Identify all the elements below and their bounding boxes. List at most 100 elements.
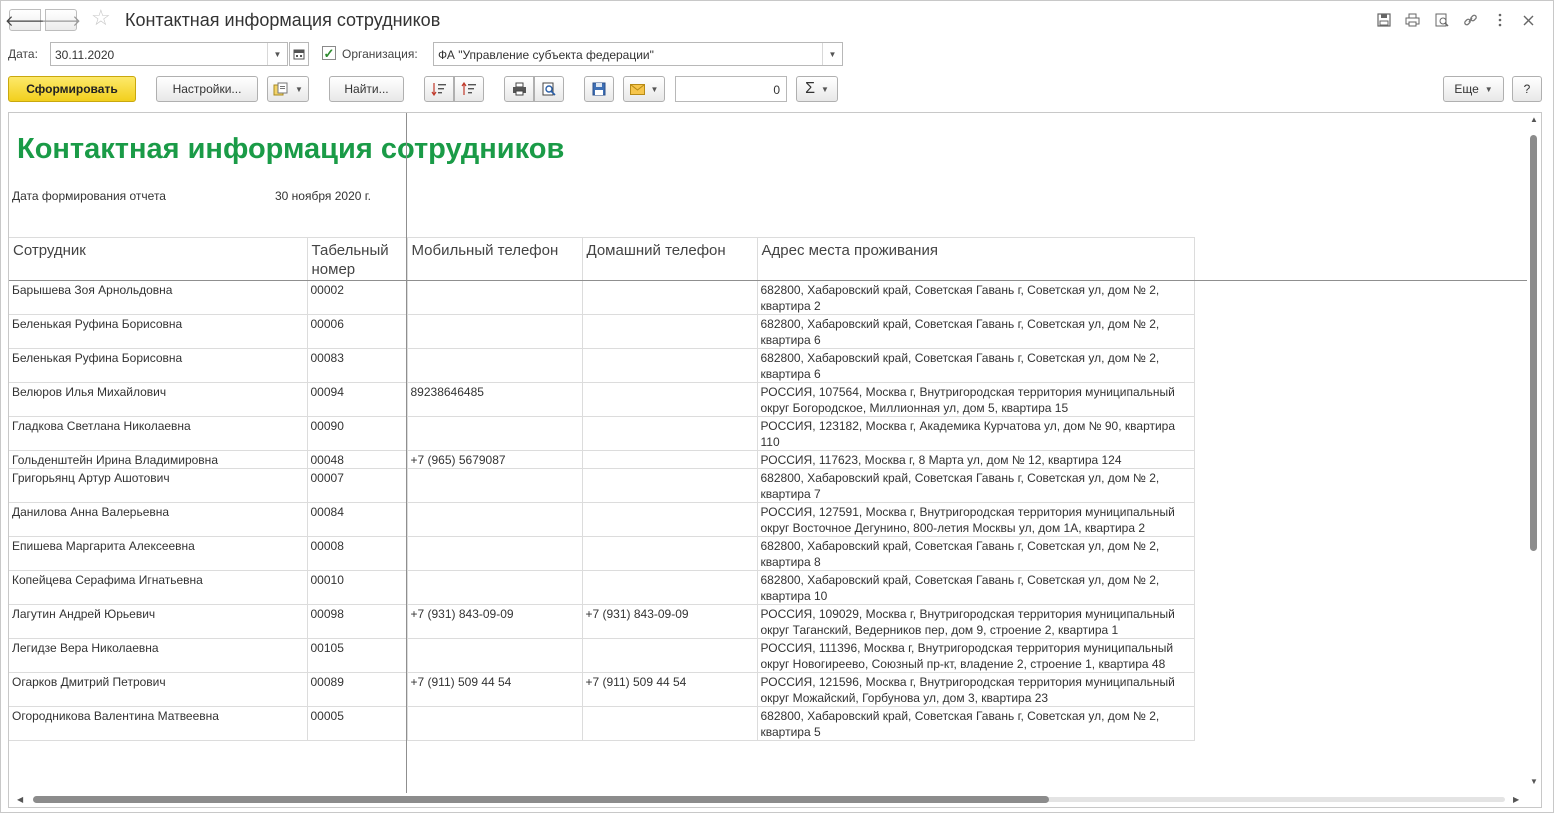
calendar-button[interactable] — [289, 42, 309, 66]
vertical-scroll-thumb[interactable] — [1530, 135, 1537, 551]
column-header[interactable]: Мобильный телефон — [406, 237, 583, 281]
employee-cell[interactable]: Копейцева Серафима Игнатьевна — [9, 570, 308, 605]
mobile-phone-cell[interactable] — [406, 502, 583, 537]
generate-button[interactable]: Сформировать — [8, 76, 136, 102]
mobile-phone-cell[interactable] — [406, 314, 583, 349]
personnel-number-cell[interactable]: 00007 — [306, 468, 408, 503]
home-phone-cell[interactable] — [581, 570, 758, 605]
address-cell[interactable]: РОССИЯ, 111396, Москва г, Внутригородска… — [756, 638, 1195, 673]
home-phone-cell[interactable] — [581, 280, 758, 315]
help-button[interactable]: ? — [1512, 76, 1542, 102]
scroll-right-icon[interactable]: ▶ — [1513, 795, 1519, 804]
address-cell[interactable]: 682800, Хабаровский край, Советская Гава… — [756, 570, 1195, 605]
selection-sum-field[interactable]: 0 — [675, 76, 787, 102]
personnel-number-cell[interactable]: 00098 — [306, 604, 408, 639]
print-button[interactable] — [504, 76, 534, 102]
home-phone-cell[interactable] — [581, 638, 758, 673]
close-icon[interactable] — [1514, 10, 1543, 30]
home-phone-cell[interactable] — [581, 706, 758, 741]
mobile-phone-cell[interactable] — [406, 348, 583, 383]
address-cell[interactable]: 682800, Хабаровский край, Советская Гава… — [756, 468, 1195, 503]
mobile-phone-cell[interactable] — [406, 468, 583, 503]
vertical-scrollbar[interactable]: ▲ ▼ — [1527, 113, 1541, 795]
mobile-phone-cell[interactable] — [406, 570, 583, 605]
personnel-number-cell[interactable]: 00083 — [306, 348, 408, 383]
mobile-phone-cell[interactable] — [406, 706, 583, 741]
mobile-phone-cell[interactable]: +7 (931) 843-09-09 — [406, 604, 583, 639]
personnel-number-cell[interactable]: 00005 — [306, 706, 408, 741]
scroll-left-icon[interactable]: ◀ — [17, 795, 23, 804]
collapse-groups-button[interactable] — [454, 76, 484, 102]
column-header[interactable]: Табельный номер — [306, 237, 408, 281]
employee-cell[interactable]: Григорьянц Артур Ашотович — [9, 468, 308, 503]
address-cell[interactable]: РОССИЯ, 109029, Москва г, Внутригородска… — [756, 604, 1195, 639]
address-cell[interactable]: РОССИЯ, 123182, Москва г, Академика Курч… — [756, 416, 1195, 451]
home-phone-cell[interactable] — [581, 348, 758, 383]
print-icon[interactable] — [1398, 10, 1427, 30]
print-preview-button[interactable] — [534, 76, 564, 102]
back-button[interactable]: 🡐 — [5, 9, 45, 31]
home-phone-cell[interactable] — [581, 450, 758, 469]
employee-cell[interactable]: Барышева Зоя Арнольдовна — [9, 280, 308, 315]
date-dropdown-button[interactable]: ▼ — [267, 43, 287, 65]
personnel-number-cell[interactable]: 00002 — [306, 280, 408, 315]
mobile-phone-cell[interactable]: 89238646485 — [406, 382, 583, 417]
find-button[interactable]: Найти... — [329, 76, 404, 102]
employee-cell[interactable]: Гладкова Светлана Николаевна — [9, 416, 308, 451]
address-cell[interactable]: РОССИЯ, 127591, Москва г, Внутригородска… — [756, 502, 1195, 537]
horizontal-scrollbar[interactable]: ◀ ▶ — [9, 793, 1529, 807]
send-email-button[interactable]: ▼ — [623, 76, 665, 102]
home-phone-cell[interactable] — [581, 468, 758, 503]
address-cell[interactable]: РОССИЯ, 117623, Москва г, 8 Марта ул, до… — [756, 450, 1195, 469]
date-field[interactable]: 30.11.2020 ▼ — [50, 42, 288, 66]
address-cell[interactable]: 682800, Хабаровский край, Советская Гава… — [756, 280, 1195, 315]
report-document[interactable]: Контактная информация сотрудников Дата ф… — [8, 112, 1542, 808]
settings-button[interactable]: Настройки... — [156, 76, 258, 102]
more-button[interactable]: Еще ▼ — [1443, 76, 1504, 102]
variants-button[interactable]: ▼ — [267, 76, 309, 102]
column-header[interactable]: Сотрудник — [9, 237, 308, 281]
save-icon[interactable] — [1369, 10, 1398, 30]
personnel-number-cell[interactable]: 00094 — [306, 382, 408, 417]
personnel-number-cell[interactable]: 00089 — [306, 672, 408, 707]
mobile-phone-cell[interactable] — [406, 416, 583, 451]
employee-cell[interactable]: Данилова Анна Валерьевна — [9, 502, 308, 537]
address-cell[interactable]: РОССИЯ, 107564, Москва г, Внутригородска… — [756, 382, 1195, 417]
employee-cell[interactable]: Огородникова Валентина Матвеевна — [9, 706, 308, 741]
address-cell[interactable]: 682800, Хабаровский край, Советская Гава… — [756, 536, 1195, 571]
link-icon[interactable] — [1456, 10, 1485, 30]
address-cell[interactable]: 682800, Хабаровский край, Советская Гава… — [756, 314, 1195, 349]
mobile-phone-cell[interactable] — [406, 280, 583, 315]
employee-cell[interactable]: Епишева Маргарита Алексеевна — [9, 536, 308, 571]
employee-cell[interactable]: Огарков Дмитрий Петрович — [9, 672, 308, 707]
mobile-phone-cell[interactable]: +7 (911) 509 44 54 — [406, 672, 583, 707]
home-phone-cell[interactable] — [581, 416, 758, 451]
employee-cell[interactable]: Беленькая Руфина Борисовна — [9, 314, 308, 349]
more-vertical-icon[interactable] — [1485, 10, 1514, 30]
address-cell[interactable]: 682800, Хабаровский край, Советская Гава… — [756, 706, 1195, 741]
employee-cell[interactable]: Беленькая Руфина Борисовна — [9, 348, 308, 383]
personnel-number-cell[interactable]: 00048 — [306, 450, 408, 469]
expand-groups-button[interactable] — [424, 76, 454, 102]
organization-checkbox[interactable]: ✓ — [322, 46, 336, 60]
organization-field[interactable]: ФА "Управление субъекта федерации" ▼ — [433, 42, 843, 66]
home-phone-cell[interactable]: +7 (911) 509 44 54 — [581, 672, 758, 707]
employee-cell[interactable]: Гольденштейн Ирина Владимировна — [9, 450, 308, 469]
organization-dropdown-button[interactable]: ▼ — [822, 43, 842, 65]
employee-cell[interactable]: Велюров Илья Михайлович — [9, 382, 308, 417]
star-icon[interactable]: ☆ — [91, 7, 111, 29]
preview-icon[interactable] — [1427, 10, 1456, 30]
home-phone-cell[interactable] — [581, 382, 758, 417]
personnel-number-cell[interactable]: 00105 — [306, 638, 408, 673]
personnel-number-cell[interactable]: 00084 — [306, 502, 408, 537]
home-phone-cell[interactable] — [581, 502, 758, 537]
personnel-number-cell[interactable]: 00008 — [306, 536, 408, 571]
scroll-up-icon[interactable]: ▲ — [1530, 115, 1538, 124]
column-header[interactable]: Домашний телефон — [581, 237, 758, 281]
mobile-phone-cell[interactable] — [406, 536, 583, 571]
address-cell[interactable]: 682800, Хабаровский край, Советская Гава… — [756, 348, 1195, 383]
home-phone-cell[interactable] — [581, 536, 758, 571]
home-phone-cell[interactable]: +7 (931) 843-09-09 — [581, 604, 758, 639]
personnel-number-cell[interactable]: 00006 — [306, 314, 408, 349]
scroll-down-icon[interactable]: ▼ — [1530, 777, 1538, 786]
